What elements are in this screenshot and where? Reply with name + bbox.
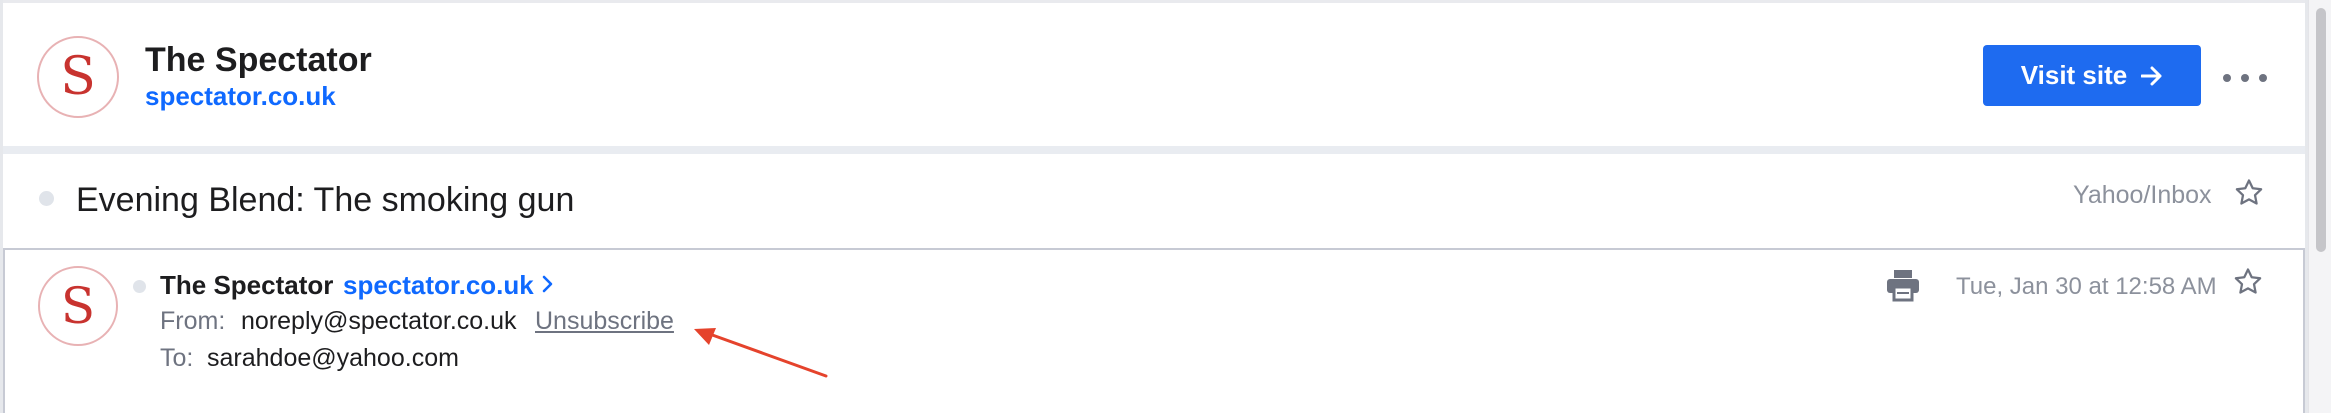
sender-domain-link[interactable]: spectator.co.uk (145, 81, 336, 112)
sender-name: The Spectator (145, 41, 372, 79)
message-read-dot (133, 280, 146, 293)
star-outline-icon[interactable] (2232, 266, 2264, 298)
sender-logo[interactable]: S (37, 36, 119, 118)
message-date: Tue, Jan 30 at 12:58 AM (1956, 273, 2217, 300)
message-sender-logo-letter: S (60, 277, 96, 335)
from-label: From: (160, 307, 226, 335)
print-icon[interactable] (1885, 268, 1921, 302)
scrollbar-thumb[interactable] (2316, 8, 2326, 252)
annotation-arrow-icon (694, 328, 828, 378)
section-divider (3, 146, 2305, 154)
visit-site-button[interactable]: Visit site (1983, 45, 2201, 106)
more-horizontal-icon[interactable] (2223, 63, 2267, 93)
more-dot (2223, 74, 2231, 82)
unsubscribe-link[interactable]: Unsubscribe (535, 307, 674, 336)
subject-row: Evening Blend: The smoking gun Yahoo/Inb… (3, 154, 2305, 248)
folder-path-link[interactable]: Yahoo/Inbox (2073, 181, 2212, 210)
visit-site-label: Visit site (2020, 60, 2128, 90)
sender-logo-letter: S (60, 47, 96, 107)
more-dot (2259, 74, 2267, 82)
more-dot (2241, 74, 2249, 82)
message-sender-domain-link[interactable]: spectator.co.uk (343, 270, 534, 301)
to-address: sarahdoe@yahoo.com (207, 344, 459, 372)
star-outline-icon[interactable] (2233, 177, 2265, 209)
to-label: To: (160, 344, 194, 372)
from-address: noreply@spectator.co.uk (241, 307, 517, 335)
email-view: S The Spectator spectator.co.uk Visit si… (0, 0, 2331, 413)
email-subject: Evening Blend: The smoking gun (76, 181, 575, 219)
arrow-right-icon (2141, 66, 2162, 85)
message-sender-name: The Spectator (160, 270, 334, 300)
message-sender-logo[interactable]: S (38, 266, 118, 346)
chevron-right-icon[interactable] (541, 274, 555, 294)
message-card: S The Spectator spectator.co.uk From: no… (3, 250, 2305, 413)
unread-dot (39, 191, 54, 206)
sender-header: S The Spectator spectator.co.uk Visit si… (3, 3, 2305, 146)
